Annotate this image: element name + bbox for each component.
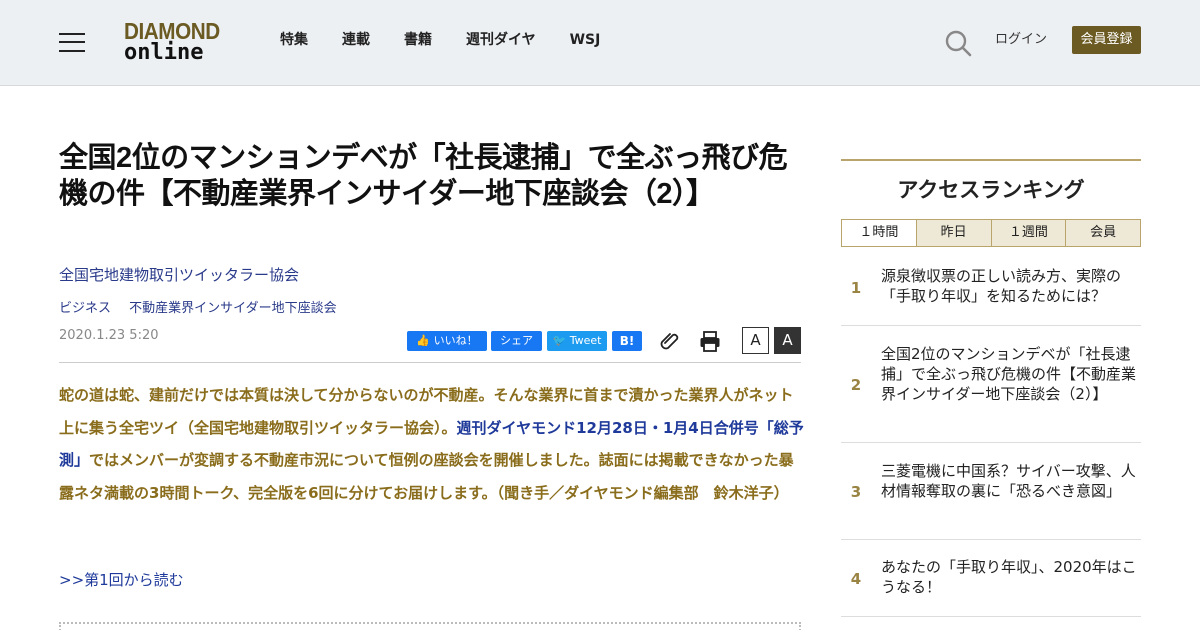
site-header: DIAMOND online 特集 連載 書籍 週刊ダイヤ WSJ ログイン 会… — [0, 0, 1200, 86]
facebook-share-button[interactable]: シェア — [491, 331, 542, 351]
tab-members[interactable]: 会員 — [1065, 220, 1140, 246]
ranking-tabs: １時間 昨日 １週間 会員 — [841, 219, 1141, 247]
article-tags: ビジネス 不動産業界インサイダー地下座談会 — [59, 300, 351, 318]
rank-number: 3 — [850, 483, 862, 501]
thumbs-up-icon: 👍 — [416, 334, 431, 347]
content-box — [59, 622, 801, 630]
ranking-item[interactable]: 1 源泉徴収票の正しい読み方、実際の「手取り年収」を知るためには？ — [841, 248, 1141, 326]
nav-item-shoseki[interactable]: 書籍 — [404, 31, 432, 49]
article-author[interactable]: 全国宅地建物取引ツイッタラー協会 — [59, 265, 299, 285]
register-button[interactable]: 会員登録 — [1072, 26, 1141, 54]
tag-business[interactable]: ビジネス — [59, 301, 125, 316]
main-nav: 特集 連載 書籍 週刊ダイヤ WSJ — [280, 31, 634, 49]
search-icon[interactable] — [944, 29, 972, 57]
hatena-bookmark-button[interactable]: B! — [612, 331, 642, 351]
rank-number: 2 — [850, 376, 862, 394]
tab-1week[interactable]: １週間 — [990, 220, 1066, 246]
print-icon[interactable] — [699, 330, 721, 352]
read-from-first-link[interactable]: >>第1回から読む — [59, 570, 184, 590]
ranking-item[interactable]: 2 全国2位のマンションデベが「社長逮捕」で全ぶっ飛び危機の件【不動産業界インサ… — [841, 326, 1141, 443]
rank-title: あなたの「手取り年収」、2020年はこうなる！ — [881, 558, 1137, 596]
rank-title: 三菱電機に中国系？サイバー攻撃、人材情報奪取の裏に「恐るべき意図」 — [881, 462, 1136, 500]
ranking-title: アクセスランキング — [897, 178, 1085, 202]
twitter-bird-icon: 🐦 — [552, 334, 567, 347]
menu-icon[interactable] — [59, 31, 85, 53]
rank-number: 4 — [850, 570, 862, 588]
tweet-button[interactable]: 🐦 Tweet — [547, 331, 607, 351]
rank-title: 全国2位のマンションデベが「社長逮捕」で全ぶっ飛び危機の件【不動産業界インサイダ… — [881, 345, 1137, 403]
ranking-item[interactable]: 3 三菱電機に中国系？サイバー攻撃、人材情報奪取の裏に「恐るべき意図」 — [841, 443, 1141, 540]
rank-number: 1 — [850, 279, 862, 297]
nav-item-rensai[interactable]: 連載 — [342, 31, 370, 49]
logo-line2: online — [124, 40, 204, 65]
facebook-like-button[interactable]: 👍 いいね！ — [407, 331, 487, 351]
rank-title: 源泉徴収票の正しい読み方、実際の「手取り年収」を知るためには？ — [881, 267, 1122, 305]
nav-item-tokushu[interactable]: 特集 — [280, 31, 308, 49]
clip-icon[interactable] — [659, 330, 681, 350]
font-size-large-button[interactable]: A — [774, 327, 801, 354]
article-title: 全国2位のマンションデベが「社長逮捕」で全ぶっ飛び危機の件【不動産業界インサイダ… — [59, 142, 788, 210]
tag-series[interactable]: 不動産業界インサイダー地下座談会 — [129, 301, 350, 316]
header-divider — [59, 362, 801, 363]
article-date: 2020.1.23 5:20 — [59, 328, 159, 343]
ranking-item[interactable]: 4 あなたの「手取り年収」、2020年はこうなる！ — [841, 540, 1141, 617]
tab-1hour[interactable]: １時間 — [842, 220, 916, 246]
article-lead: 蛇の道は蛇、建前だけでは本質は決して分からないのが不動産。そんな業界に首まで漬か… — [59, 386, 804, 502]
font-size-small-button[interactable]: A — [742, 327, 769, 354]
nav-item-weekly[interactable]: 週刊ダイヤ — [466, 31, 536, 49]
nav-item-wsj[interactable]: WSJ — [570, 31, 601, 49]
ranking-top-border — [841, 159, 1141, 161]
tab-yesterday[interactable]: 昨日 — [915, 220, 991, 246]
login-link[interactable]: ログイン — [995, 31, 1047, 49]
site-logo[interactable]: DIAMOND online — [124, 20, 228, 66]
